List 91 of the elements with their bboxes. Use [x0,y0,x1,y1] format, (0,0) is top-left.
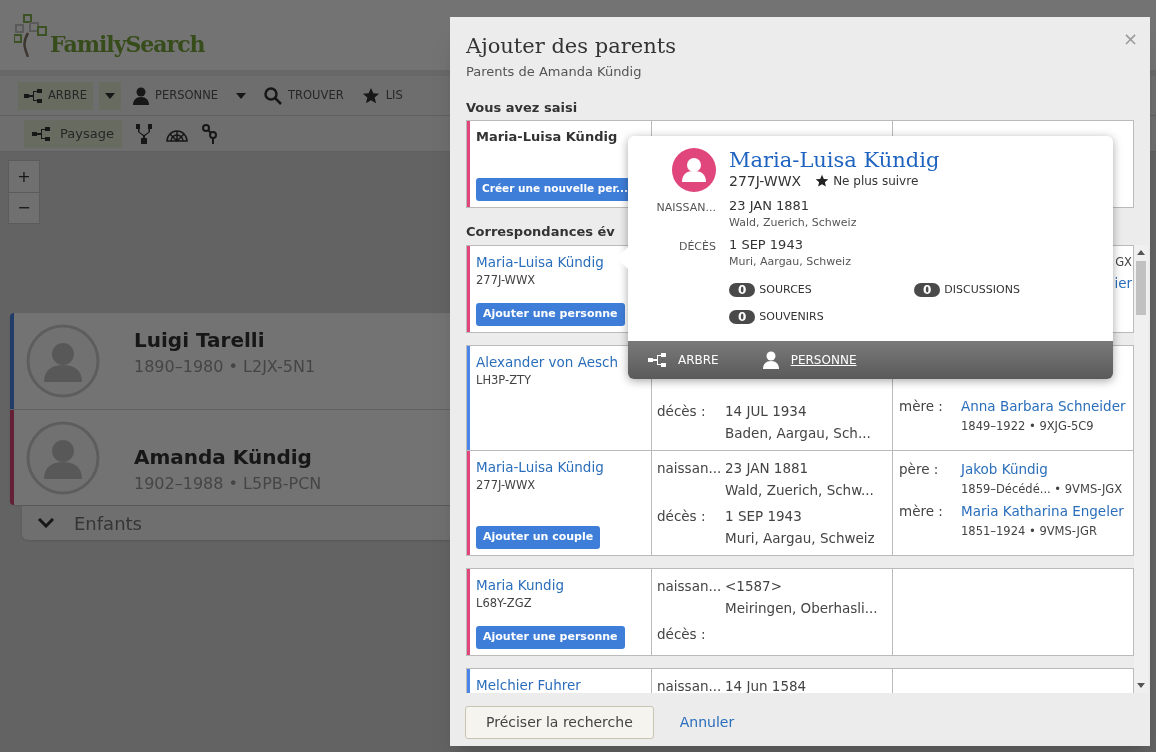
person-icon [762,351,779,369]
event-label: naissan... [657,676,723,693]
popover-action[interactable]: PERSONNE [762,351,857,369]
person-name-link[interactable]: Maria-Luisa Kündig [729,148,1113,172]
person-id: 277J-WWX [476,476,537,494]
count-badge: 0 [729,309,756,324]
unfollow-button[interactable]: Ne plus suivre [815,172,919,190]
star-icon [361,86,380,105]
count-badge: 0 [914,283,941,298]
scrollbar[interactable] [1134,244,1148,693]
event-label: décès : [657,401,707,421]
tree-logo-icon [14,13,48,57]
parent-details: 1849–1922 • 9XJG-5C9 [961,417,1095,435]
tree-icon [648,353,666,367]
event-place: Muri, Aargau, Schweiz [725,528,876,548]
caret-icon [105,92,115,99]
count-label: SOURCES [759,282,812,298]
parent-role: père : [899,459,940,479]
person-id: 277J-WWX [476,271,537,289]
person-link[interactable]: Maria-Luisa Kündig [476,456,651,477]
zoom-in-button[interactable]: + [9,161,39,192]
dialog-title: Ajouter des parents [466,33,676,59]
nav-tab[interactable]: PERSONNE [127,81,225,110]
event-place: Wald, Zuerich, Schw... [725,480,875,500]
view-tab[interactable]: Paysage [24,119,122,148]
parent-link[interactable]: Jakob Kündig [961,458,1133,479]
parent-link[interactable]: Anna Barbara Schneider [961,395,1133,416]
chevron-icon [38,518,54,528]
person-name: Luigi Tarelli [134,327,266,354]
parent-details: 1859–Décédé... • 9VMS-JGX [961,480,1124,498]
count-label: SOUVENIRS [759,308,824,325]
section-heading: Vous avez saisi [466,98,578,117]
star-icon [815,174,830,188]
event-date: <1587> [725,576,783,596]
event-place: Baden, Aargau, Sch... [725,423,872,443]
event-date: 1 SEP 1943 [729,236,804,253]
text-fragment: GX [1115,253,1132,271]
logo-wordmark: FamilySearch [50,33,205,55]
parent-link[interactable]: Maria Katharina Engeler [961,500,1133,521]
add-button[interactable]: Ajouter une personne [476,625,625,649]
section-heading: Correspondances év [466,222,615,241]
avatar-icon [26,420,100,495]
dialog-subtitle: Parents de Amanda Kündig [466,63,643,81]
scroll-down-icon [1137,682,1145,688]
refine-search-button[interactable]: Préciser la recherche [465,705,654,739]
text-fragment: ier [1114,273,1132,293]
add-button[interactable]: Ajouter une personne [476,302,625,326]
event-label: naissan... [657,458,723,478]
event-date: 14 Jun 1584 [725,676,808,693]
nav-tab[interactable]: ARBRE [18,81,93,110]
person-link[interactable]: Maria Kundig [476,574,651,595]
count-label: DISCUSSIONS [944,282,1020,298]
dropdown-button[interactable] [99,81,121,110]
nav-tab[interactable]: TROUVER [258,81,350,110]
event-label: naissan... [657,576,723,596]
close-button[interactable]: × [1122,25,1138,52]
event-place: Meiringen, Oberhasli... [725,598,879,618]
popover-action[interactable]: ARBRE [648,351,719,369]
zoom-out-button[interactable]: − [9,192,39,223]
branch-view-icon[interactable] [135,123,152,144]
scrollbar-thumb[interactable] [1136,260,1146,315]
event-place: Wald, Zuerich, Schweiz [729,215,858,231]
person-name: Amanda Kündig [134,443,313,471]
search-icon [264,86,283,105]
event-label: décès : [657,506,707,526]
parent-role: mère : [899,501,944,521]
parent-role: mère : [899,396,944,416]
person-id: LH3P-ZTY [476,371,533,389]
nav-tab[interactable]: LIS [355,81,409,110]
parent-details: 1851–1924 • 9VMS-JGR [961,522,1098,540]
person-id: L68Y-ZGZ [476,594,533,612]
avatar-icon [26,324,100,398]
event-date: 14 JUL 1934 [725,401,808,421]
tree-icon [24,88,42,103]
event-label: NAISSAN... [655,200,716,216]
count-badge: 0 [729,283,756,298]
person-id: 277J-WWX [729,172,802,190]
event-date: 23 JAN 1881 [729,197,811,214]
tree-icon [32,126,50,141]
event-label: décès : [657,624,707,644]
event-place: Muri, Aargau, Schweiz [729,254,852,270]
person-name: Maria-Luisa Kündig [476,127,619,146]
event-date: 1 SEP 1943 [725,506,803,526]
cancel-link[interactable]: Annuler [679,711,735,733]
add-button[interactable]: Ajouter un couple [476,525,601,549]
scroll-up-icon [1137,249,1145,255]
person-link[interactable]: Melchier Fuhrer [476,674,651,693]
event-label: DÉCÈS [677,239,716,255]
caret-icon [236,92,247,99]
event-date: 23 JAN 1881 [725,458,810,478]
person-icon [133,86,149,105]
